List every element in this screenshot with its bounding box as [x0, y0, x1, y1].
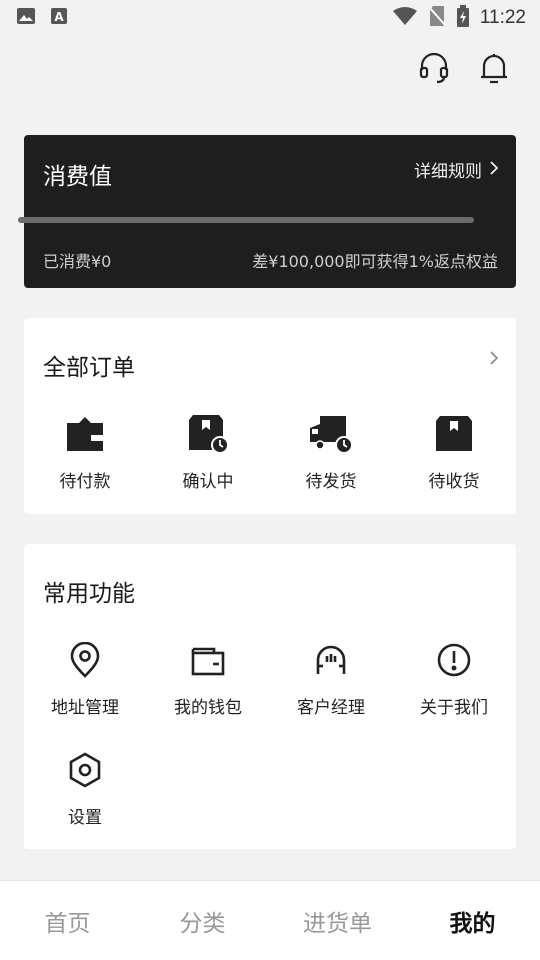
- function-label: 我的钱包: [174, 698, 242, 718]
- spend-title: 消费值: [43, 164, 112, 190]
- nav-home[interactable]: 首页: [0, 881, 135, 960]
- bell-icon[interactable]: [478, 48, 510, 88]
- chevron-right-icon: [490, 160, 499, 180]
- function-label: 关于我们: [420, 698, 488, 718]
- function-label: 客户经理: [297, 698, 365, 718]
- spent-amount: 已消费¥0: [43, 252, 112, 271]
- functions-card: 常用功能 地址管理 我的钱包 客户经理 关于我们 设置: [24, 544, 516, 849]
- headset-outline-icon: [314, 639, 348, 681]
- top-actions: [418, 48, 510, 88]
- order-pending-payment[interactable]: 待付款: [24, 413, 146, 492]
- status-bar: A 11:22: [0, 0, 540, 36]
- orders-card: 全部订单 待付款 确认中 待发货 待收货: [24, 318, 516, 514]
- spend-progress-bar: [18, 217, 474, 223]
- spend-card: 消费值 详细规则 已消费¥0 差¥100,000即可获得1%返点权益: [24, 135, 516, 288]
- box-icon: [435, 413, 473, 455]
- function-about-us[interactable]: 关于我们: [393, 639, 515, 718]
- a-icon: A: [50, 7, 68, 29]
- order-awaiting-receipt[interactable]: 待收货: [393, 413, 515, 492]
- battery-charging-icon: [456, 5, 470, 31]
- location-pin-icon: [69, 639, 101, 681]
- nav-category[interactable]: 分类: [135, 881, 270, 960]
- rules-link[interactable]: 详细规则: [414, 157, 499, 182]
- wallet-outline-icon: [190, 639, 226, 681]
- truck-clock-icon: [308, 413, 354, 455]
- headset-icon[interactable]: [418, 48, 450, 88]
- order-label: 待发货: [305, 472, 357, 492]
- orders-more-chevron-icon[interactable]: [490, 350, 499, 369]
- function-settings[interactable]: 设置: [24, 749, 146, 828]
- functions-title: 常用功能: [43, 581, 135, 607]
- svg-text:A: A: [54, 10, 64, 24]
- function-address-management[interactable]: 地址管理: [24, 639, 146, 718]
- function-label: 地址管理: [51, 698, 119, 718]
- order-label: 待付款: [59, 472, 111, 492]
- order-awaiting-shipment[interactable]: 待发货: [270, 413, 392, 492]
- nav-mine[interactable]: 我的: [405, 881, 540, 960]
- orders-title: 全部订单: [43, 355, 135, 381]
- image-icon: [16, 7, 36, 29]
- rules-label: 详细规则: [414, 162, 482, 182]
- nav-purchase-list[interactable]: 进货单: [270, 881, 405, 960]
- box-clock-icon: [187, 413, 229, 455]
- wifi-icon: [392, 6, 418, 30]
- hexagon-settings-icon: [68, 749, 102, 791]
- order-label: 待收货: [428, 472, 480, 492]
- order-confirming[interactable]: 确认中: [147, 413, 269, 492]
- order-label: 确认中: [182, 472, 234, 492]
- no-sim-icon: [428, 5, 446, 31]
- info-circle-icon: [436, 639, 472, 681]
- function-label: 设置: [68, 808, 102, 828]
- wallet-icon: [65, 413, 105, 455]
- bottom-nav: 首页 分类 进货单 我的: [0, 880, 540, 960]
- status-time: 11:22: [479, 7, 526, 28]
- function-account-manager[interactable]: 客户经理: [270, 639, 392, 718]
- remaining-text: 差¥100,000即可获得1%返点权益: [252, 252, 498, 271]
- function-my-wallet[interactable]: 我的钱包: [147, 639, 269, 718]
